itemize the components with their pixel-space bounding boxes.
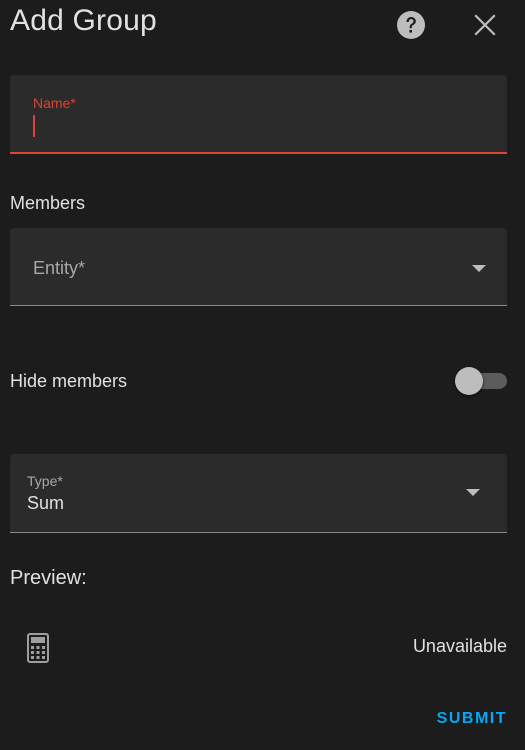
type-select-label: Type* [27,473,63,489]
text-caret [33,115,35,137]
calculator-icon [27,633,49,663]
name-field[interactable]: Name* [10,75,507,154]
type-select-value: Sum [27,493,65,513]
chevron-down-icon [472,265,486,272]
dialog-title: Add Group [10,4,157,37]
close-icon [474,14,496,36]
preview-state: Unavailable [412,636,507,656]
help-button[interactable] [396,10,426,40]
preview-label: Preview: [10,567,87,589]
members-label: Members [10,193,86,213]
name-input[interactable] [36,111,486,141]
hide-members-toggle[interactable] [455,367,509,395]
type-select[interactable]: Type* Sum [10,454,507,533]
name-field-label: Name* [33,95,76,111]
toggle-thumb [455,367,483,395]
entity-picker-label: Entity* [33,258,86,278]
submit-button[interactable]: SUBMIT [437,710,507,728]
hide-members-label: Hide members [10,371,128,391]
close-button[interactable] [470,10,500,40]
entity-picker[interactable]: Entity* [10,228,507,306]
help-circle-icon [397,11,425,39]
chevron-down-icon [466,489,480,496]
add-group-dialog: Add Group Name* Members Entity* Hide mem… [0,0,525,750]
